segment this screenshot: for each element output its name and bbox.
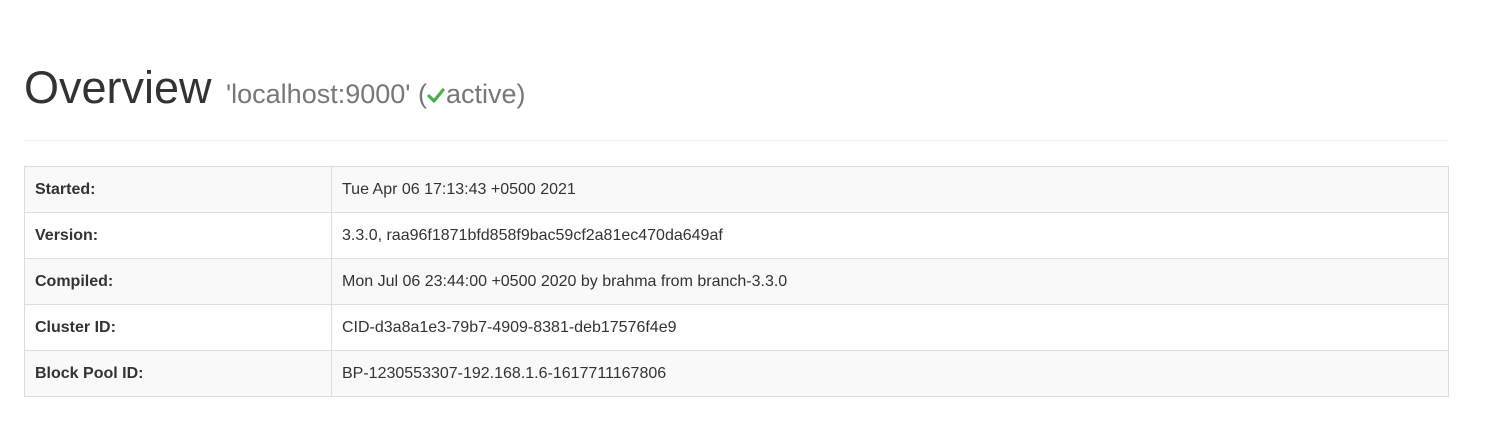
overview-table: Started: Tue Apr 06 17:13:43 +0500 2021 … bbox=[24, 166, 1449, 397]
row-value: Mon Jul 06 23:44:00 +0500 2020 by brahma… bbox=[331, 258, 1449, 305]
row-label: Cluster ID: bbox=[24, 304, 332, 351]
row-value: 3.3.0, raa96f1871bfd858f9bac59cf2a81ec47… bbox=[331, 212, 1449, 259]
status-text: active bbox=[445, 79, 517, 109]
page-title: Overview bbox=[24, 62, 212, 113]
table-row-started: Started: Tue Apr 06 17:13:43 +0500 2021 bbox=[24, 166, 1449, 213]
host-address: 'localhost:9000' bbox=[226, 79, 411, 109]
row-value: Tue Apr 06 17:13:43 +0500 2021 bbox=[331, 166, 1449, 213]
status-open-paren: ( bbox=[417, 79, 427, 109]
status-group: ( active) bbox=[418, 79, 526, 109]
row-label: Started: bbox=[24, 166, 332, 213]
status-close-paren: ) bbox=[516, 79, 526, 109]
table-row-block-pool-id: Block Pool ID: BP-1230553307-192.168.1.6… bbox=[24, 350, 1449, 397]
row-label: Version: bbox=[24, 212, 332, 259]
page-header: Overview 'localhost:9000' ( active) bbox=[24, 62, 1449, 141]
overview-section: Overview 'localhost:9000' ( active) Start… bbox=[24, 0, 1449, 397]
row-label: Compiled: bbox=[24, 258, 332, 305]
row-value: CID-d3a8a1e3-79b7-4909-8381-deb17576f4e9 bbox=[331, 304, 1449, 351]
check-icon bbox=[427, 88, 445, 103]
row-label: Block Pool ID: bbox=[24, 350, 332, 397]
row-value: BP-1230553307-192.168.1.6-1617711167806 bbox=[331, 350, 1449, 397]
table-row-cluster-id: Cluster ID: CID-d3a8a1e3-79b7-4909-8381-… bbox=[24, 304, 1449, 351]
table-row-compiled: Compiled: Mon Jul 06 23:44:00 +0500 2020… bbox=[24, 258, 1449, 305]
namenode-subtitle: 'localhost:9000' ( active) bbox=[226, 79, 526, 110]
table-row-version: Version: 3.3.0, raa96f1871bfd858f9bac59c… bbox=[24, 212, 1449, 259]
